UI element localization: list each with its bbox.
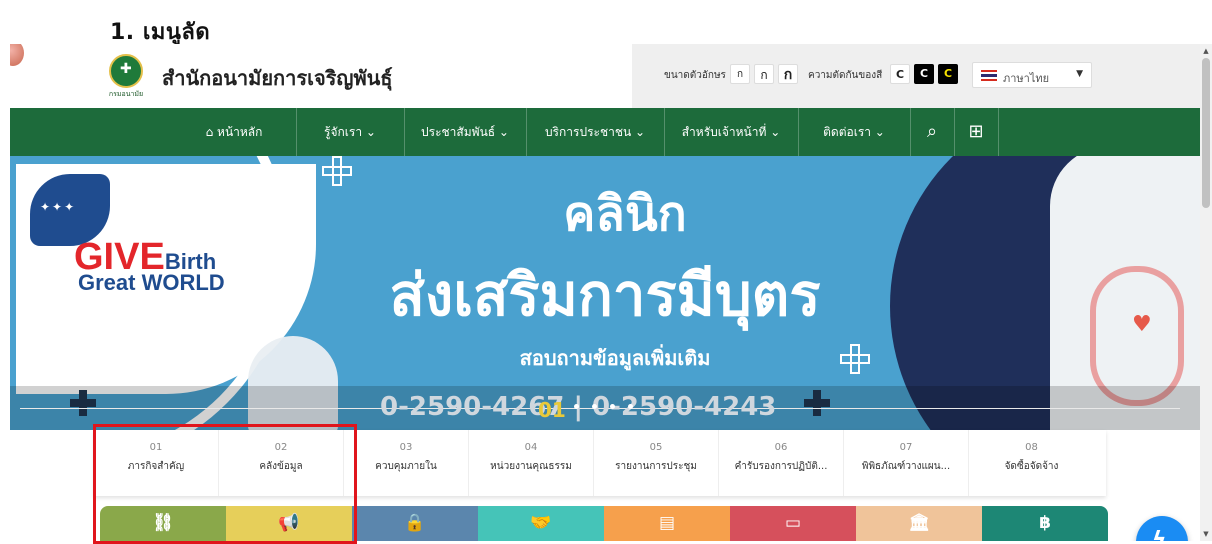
contrast-label: ความตัดกันของสี [808, 70, 883, 81]
sitemap-icon[interactable]: ⊞ [954, 108, 999, 156]
language-value: ภาษาไทย [1003, 72, 1050, 85]
tab-label: คำรับรองการปฏิบัติ... [734, 461, 828, 472]
tab-item[interactable]: 04 หน่วยงานคุณธรรม [469, 430, 594, 496]
contrast-normal-button[interactable]: C [890, 64, 910, 84]
handshake-icon[interactable]: 🤝 [478, 506, 604, 541]
slide-dot[interactable] [628, 404, 633, 409]
organization-name[interactable]: สำนักอนามัยการเจริญพันธุ์ [162, 62, 393, 94]
tab-label: พิพิธภัณฑ์วางแผน... [861, 461, 951, 472]
chevron-down-icon: ▼ [1076, 69, 1083, 79]
nav-pr[interactable]: ประชาสัมพันธ์ ⌄ [404, 108, 527, 156]
nav-about[interactable]: รู้จักเรา ⌄ [296, 108, 405, 156]
nav-home-label: หน้าหลัก [217, 125, 263, 139]
museum-icon[interactable]: 🏛 [856, 506, 982, 541]
bitcoin-icon[interactable]: ฿ [982, 506, 1108, 541]
slide-dot[interactable] [592, 404, 597, 409]
health-emblem-icon [109, 54, 143, 88]
nav-home[interactable]: ⌂ หน้าหลัก [172, 108, 297, 156]
main-nav: ⌂ หน้าหลัก รู้จักเรา ⌄ ประชาสัมพันธ์ ⌄ บ… [10, 108, 1200, 156]
font-size-medium-button[interactable]: ก [754, 64, 774, 84]
highlight-box [93, 424, 357, 544]
tab-number: 06 [774, 442, 788, 453]
messenger-chat-icon[interactable] [1136, 516, 1188, 541]
slide-dot[interactable] [610, 404, 615, 409]
contrast-dark-button[interactable]: C [914, 64, 934, 84]
hero-banner[interactable]: GIVEBirth Great WORLD ♥ คลินิก ส่งเสริมก… [10, 156, 1200, 430]
tab-item[interactable]: 03 ควบคุมภายใน [344, 430, 469, 496]
tab-label: หน่วยงานคุณธรรม [490, 461, 572, 472]
nav-public-service[interactable]: บริการประชาชน ⌄ [526, 108, 665, 156]
contrast-yellow-button[interactable]: C [938, 64, 958, 84]
lock-icon[interactable]: 🔒 [352, 506, 478, 541]
language-select[interactable]: ภาษาไทย ▼ [972, 62, 1092, 88]
tab-item[interactable]: 05 รายงานการประชุม [594, 430, 719, 496]
logo-caption: กรมอนามัย [108, 90, 144, 98]
font-size-label: ขนาดตัวอักษร [664, 70, 726, 81]
tab-number: 03 [399, 442, 413, 453]
tab-item[interactable]: 08 จัดซื้อจัดจ้าง [969, 430, 1094, 496]
scroll-thumb[interactable] [1202, 58, 1210, 208]
scroll-up-arrow-icon[interactable]: ▲ [1200, 46, 1212, 56]
nav-staff[interactable]: สำหรับเจ้าหน้าที่ ⌄ [664, 108, 799, 156]
vertical-scrollbar[interactable]: ▲ ▼ [1200, 44, 1212, 541]
font-size-large-button[interactable]: ก [778, 64, 798, 84]
tab-label: ควบคุมภายใน [375, 461, 437, 472]
banner-title-line1: คลินิก [563, 186, 687, 242]
tab-item[interactable]: 07 พิพิธภัณฑ์วางแผน... [844, 430, 969, 496]
accessibility-toolbar: ขนาดตัวอักษร ก ก ก ความตัดกันของสี C C C… [632, 44, 1200, 108]
tab-number: 04 [524, 442, 538, 453]
nav-contact[interactable]: ติดต่อเรา ⌄ [798, 108, 911, 156]
tab-number: 05 [649, 442, 663, 453]
seal-icon [10, 44, 24, 66]
current-slide-number: 01 [538, 398, 566, 422]
tab-number: 08 [1025, 442, 1038, 453]
tab-label: รายงานการประชุม [615, 461, 697, 472]
banner-subtitle: สอบถามข้อมูลเพิ่มเติม [519, 346, 711, 370]
font-size-small-button[interactable]: ก [730, 64, 750, 84]
thai-flag-icon [981, 70, 997, 81]
banner-title-line2: ส่งเสริมการมีบุตร [389, 261, 821, 329]
site-header: กรมอนามัย สำนักอนามัยการเจริญพันธุ์ ขนาด… [10, 44, 1200, 108]
department-logo[interactable]: กรมอนามัย [106, 54, 146, 100]
tab-number: 07 [899, 442, 913, 453]
tab-label: จัดซื้อจัดจ้าง [1004, 461, 1059, 472]
tab-item[interactable]: 06 คำรับรองการปฏิบัติ... [719, 430, 844, 496]
search-icon[interactable]: ⌕ [910, 108, 955, 156]
home-icon: ⌂ [205, 125, 214, 139]
scroll-down-arrow-icon[interactable]: ▼ [1200, 529, 1212, 539]
laptop-icon[interactable]: ▭ [730, 506, 856, 541]
pdf-icon[interactable]: ▤ [604, 506, 730, 541]
slide-dot[interactable] [574, 404, 579, 409]
